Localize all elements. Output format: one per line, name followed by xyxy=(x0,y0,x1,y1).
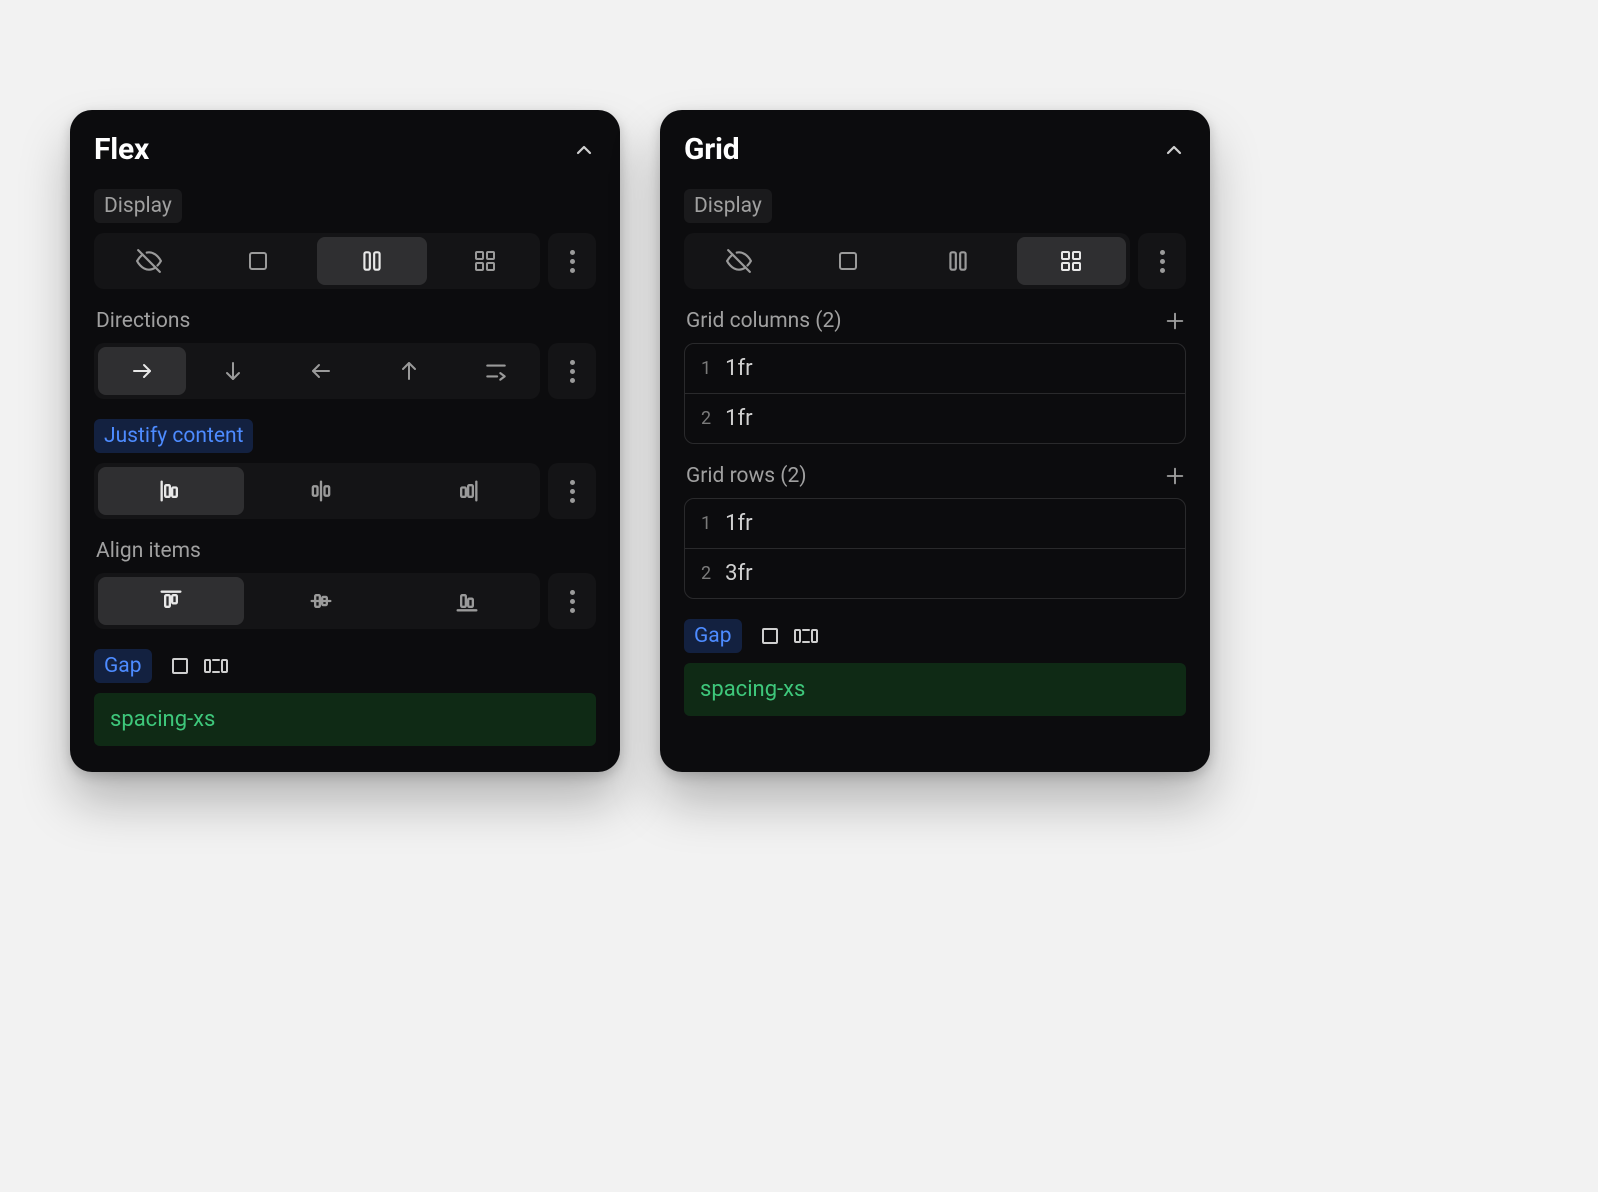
track-value: 1fr xyxy=(725,511,752,536)
wrap-icon xyxy=(483,358,509,384)
direction-row-reverse-button[interactable] xyxy=(277,343,365,399)
arrow-up-icon xyxy=(397,359,421,383)
display-grid-button[interactable] xyxy=(431,233,541,289)
eye-off-icon xyxy=(136,248,162,274)
display-segmented xyxy=(94,233,540,289)
track-index: 1 xyxy=(701,358,711,379)
display-block-button[interactable] xyxy=(794,233,904,289)
track-index: 2 xyxy=(701,563,711,584)
gap-label: Gap xyxy=(94,649,152,683)
justify-start-icon xyxy=(157,477,185,505)
collapse-icon[interactable] xyxy=(572,138,596,162)
justify-center-icon xyxy=(307,477,335,505)
grid-panel-title: Grid xyxy=(684,132,739,167)
display-menu-button[interactable] xyxy=(548,233,596,289)
track-value: 1fr xyxy=(725,406,752,431)
grid-icon xyxy=(1059,249,1083,273)
eye-off-icon xyxy=(726,248,752,274)
justify-segmented xyxy=(94,463,540,519)
gap-independent-icon[interactable] xyxy=(202,654,230,678)
display-segmented xyxy=(684,233,1130,289)
arrow-right-icon xyxy=(130,359,154,383)
direction-column-reverse-button[interactable] xyxy=(365,343,453,399)
track-value: 1fr xyxy=(725,356,752,381)
track-value: 3fr xyxy=(725,561,752,586)
align-segmented xyxy=(94,573,540,629)
justify-end-button[interactable] xyxy=(394,463,540,519)
square-icon xyxy=(246,249,270,273)
arrow-down-icon xyxy=(221,359,245,383)
more-vertical-icon xyxy=(570,480,575,503)
columns-icon xyxy=(945,248,971,274)
grid-icon xyxy=(473,249,497,273)
grid-column-item[interactable]: 1 1fr xyxy=(685,344,1185,393)
align-end-icon xyxy=(453,587,481,615)
direction-menu-button[interactable] xyxy=(548,343,596,399)
flex-panel: Flex Display Di xyxy=(70,110,620,772)
direction-column-button[interactable] xyxy=(190,343,278,399)
align-items-label: Align items xyxy=(96,539,596,563)
direction-row-button[interactable] xyxy=(98,347,186,395)
directions-label: Directions xyxy=(96,309,596,333)
justify-content-label: Justify content xyxy=(94,419,253,453)
align-end-button[interactable] xyxy=(394,573,540,629)
direction-segmented xyxy=(94,343,540,399)
grid-columns-label: Grid columns (2) xyxy=(686,309,842,333)
more-vertical-icon xyxy=(570,360,575,383)
align-center-icon xyxy=(307,587,335,615)
justify-start-button[interactable] xyxy=(98,467,244,515)
more-vertical-icon xyxy=(570,250,575,273)
display-grid-button[interactable] xyxy=(1017,237,1127,285)
grid-row-item[interactable]: 1 1fr xyxy=(685,499,1185,548)
display-none-button[interactable] xyxy=(94,233,204,289)
align-start-icon xyxy=(157,587,185,615)
track-index: 2 xyxy=(701,408,711,429)
add-row-button[interactable] xyxy=(1164,465,1186,487)
gap-independent-icon[interactable] xyxy=(792,624,820,648)
align-start-button[interactable] xyxy=(98,577,244,625)
display-label: Display xyxy=(684,189,772,223)
justify-menu-button[interactable] xyxy=(548,463,596,519)
grid-columns-list: 1 1fr 2 1fr xyxy=(684,343,1186,444)
flex-panel-title: Flex xyxy=(94,132,149,167)
display-block-button[interactable] xyxy=(204,233,314,289)
display-none-button[interactable] xyxy=(684,233,794,289)
add-column-button[interactable] xyxy=(1164,310,1186,332)
grid-rows-list: 1 1fr 2 3fr xyxy=(684,498,1186,599)
gap-value-input[interactable]: spacing-xs xyxy=(684,663,1186,716)
square-icon xyxy=(836,249,860,273)
collapse-icon[interactable] xyxy=(1162,138,1186,162)
grid-rows-label: Grid rows (2) xyxy=(686,464,807,488)
grid-panel: Grid Display xyxy=(660,110,1210,772)
justify-center-button[interactable] xyxy=(248,463,394,519)
arrow-left-icon xyxy=(309,359,333,383)
columns-icon xyxy=(359,248,385,274)
display-flex-button[interactable] xyxy=(903,233,1013,289)
gap-value-input[interactable]: spacing-xs xyxy=(94,693,596,746)
display-label: Display xyxy=(94,189,182,223)
display-flex-button[interactable] xyxy=(317,237,427,285)
grid-column-item[interactable]: 2 1fr xyxy=(685,393,1185,443)
align-menu-button[interactable] xyxy=(548,573,596,629)
align-center-button[interactable] xyxy=(248,573,394,629)
direction-wrap-button[interactable] xyxy=(452,343,540,399)
more-vertical-icon xyxy=(1160,250,1165,273)
grid-row-item[interactable]: 2 3fr xyxy=(685,548,1185,598)
gap-linked-icon[interactable] xyxy=(758,624,782,648)
gap-linked-icon[interactable] xyxy=(168,654,192,678)
display-menu-button[interactable] xyxy=(1138,233,1186,289)
gap-label: Gap xyxy=(684,619,742,653)
track-index: 1 xyxy=(701,513,711,534)
justify-end-icon xyxy=(453,477,481,505)
more-vertical-icon xyxy=(570,590,575,613)
